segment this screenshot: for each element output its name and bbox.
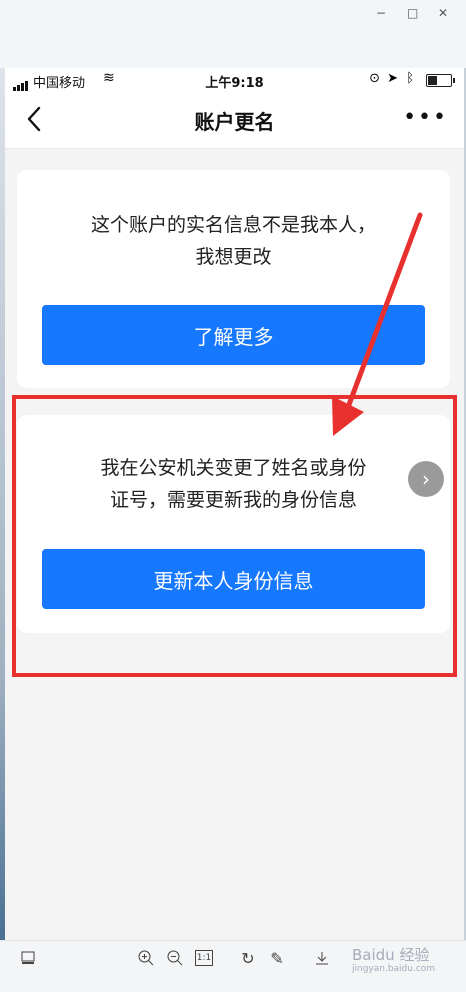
- zoom-out-icon[interactable]: [165, 948, 185, 968]
- maximize-button[interactable]: □: [407, 6, 418, 20]
- nav-bar: 账户更名 •••: [5, 92, 464, 149]
- download-icon[interactable]: [312, 948, 332, 968]
- actual-size-icon[interactable]: 1:1: [195, 950, 213, 966]
- card-text-line1: 这个账户的实名信息不是我本人，: [90, 214, 376, 236]
- page-title: 账户更名: [194, 110, 275, 134]
- rotate-icon[interactable]: ↻: [238, 948, 258, 968]
- thumbnail-icon[interactable]: [18, 948, 38, 968]
- learn-more-button[interactable]: 了解更多: [42, 305, 425, 365]
- zoom-in-icon[interactable]: [136, 948, 156, 968]
- card-text-line2: 我想更改: [195, 246, 272, 268]
- watermark-logo: Baidu 经验: [352, 946, 430, 964]
- minimize-button[interactable]: −: [376, 6, 386, 20]
- battery-icon: [426, 74, 455, 87]
- option-card-wrong-name: 这个账户的实名信息不是我本人， 我想更改 了解更多: [17, 170, 450, 388]
- more-icon[interactable]: •••: [403, 107, 448, 129]
- viewer-title-bar: − □ ✕: [0, 0, 466, 68]
- highlight-box: [12, 395, 457, 677]
- close-button[interactable]: ✕: [438, 6, 448, 20]
- location-icon: ➤: [387, 71, 398, 86]
- status-bar: 中国移动 ≋ 上午9:18 ⊙ ➤ ᛒ: [5, 68, 464, 92]
- bluetooth-icon: ᛒ: [406, 71, 414, 86]
- edit-icon[interactable]: ✎: [267, 948, 287, 968]
- watermark-url: jingyan.baidu.com: [352, 964, 436, 974]
- lock-rotation-icon: ⊙: [369, 71, 380, 86]
